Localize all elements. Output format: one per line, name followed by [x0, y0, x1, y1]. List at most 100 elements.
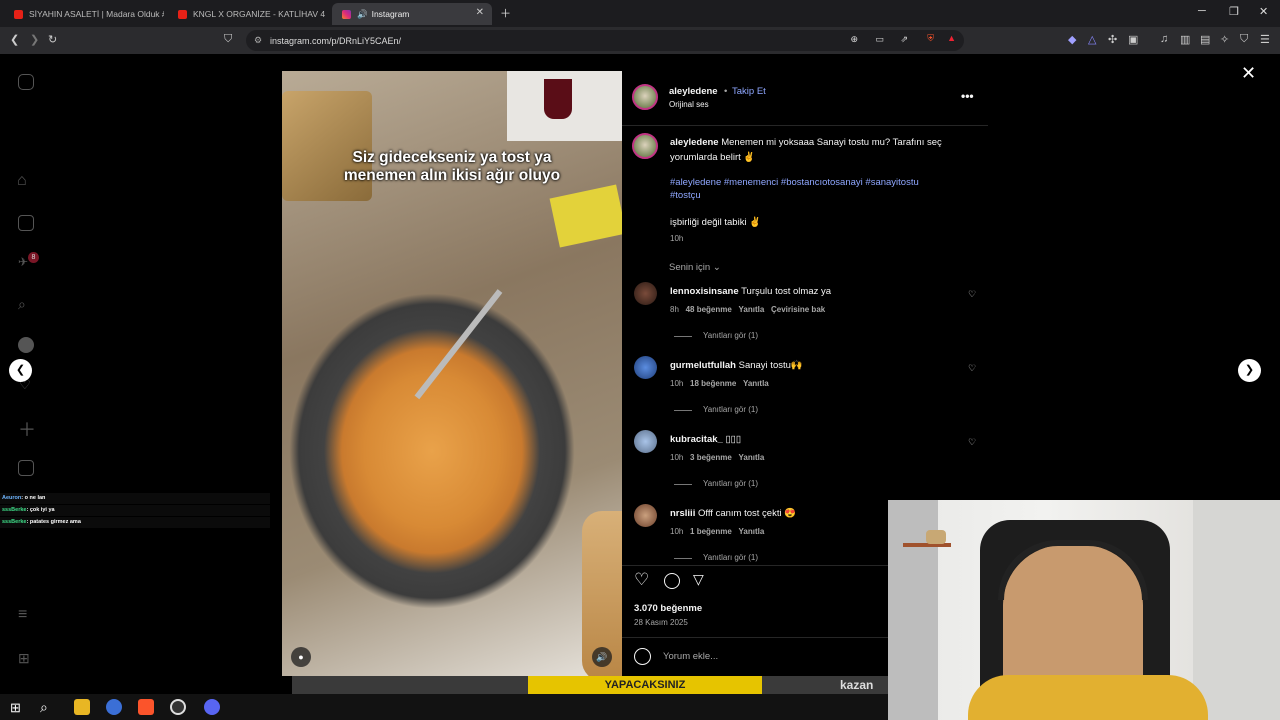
restore-icon[interactable]: ❐: [1229, 5, 1239, 18]
commenter-avatar[interactable]: [634, 356, 657, 379]
more-options-icon[interactable]: •••: [961, 89, 974, 103]
close-post-icon[interactable]: ✕: [1241, 63, 1256, 84]
reels-icon[interactable]: [18, 215, 34, 231]
author-avatar[interactable]: [632, 84, 658, 110]
url-text: instagram.com/p/DRnLiY5CAEn/: [270, 35, 402, 46]
youtube-icon: [178, 9, 187, 19]
like-comment-icon[interactable]: ♡: [968, 363, 976, 374]
search-icon[interactable]: ⌕: [40, 699, 48, 716]
discord-icon[interactable]: [204, 699, 220, 715]
close-tab-icon[interactable]: ✕: [476, 7, 484, 18]
bookmark-icon[interactable]: ⛉: [224, 33, 232, 46]
tab-label: Instagram: [371, 9, 410, 19]
leo-ai-icon[interactable]: ✧: [1220, 33, 1229, 46]
direct-icon[interactable]: ✈: [18, 255, 28, 269]
close-window-icon[interactable]: ✕: [1259, 5, 1268, 18]
create-icon[interactable]: ＋: [18, 416, 36, 442]
menu-icon[interactable]: ☰: [1260, 33, 1270, 46]
emoji-icon[interactable]: [634, 648, 651, 665]
shield-icon[interactable]: ⛉: [1240, 33, 1248, 46]
post-video[interactable]: Siz gidecekseniz ya tost ya menemen alın…: [282, 71, 622, 676]
user-tag-icon[interactable]: ●: [291, 647, 311, 667]
screenshot-icon[interactable]: ▣: [1128, 33, 1138, 46]
extension-icon[interactable]: ◆: [1068, 33, 1076, 46]
commenter-avatar[interactable]: [634, 504, 657, 527]
reply-line: [674, 336, 692, 337]
like-comment-icon[interactable]: ♡: [968, 437, 976, 448]
new-tab-icon[interactable]: ＋: [500, 5, 511, 21]
obs-icon[interactable]: [170, 699, 186, 715]
search-icon[interactable]: ⌕: [18, 296, 26, 313]
view-replies-button[interactable]: Yanıtları gör (1): [703, 553, 758, 562]
reload-icon[interactable]: ↻: [48, 33, 57, 46]
back-icon[interactable]: ❮: [10, 33, 19, 46]
next-post-button[interactable]: ❯: [1238, 359, 1261, 382]
wallet-icon[interactable]: ▤: [1200, 33, 1210, 46]
file-explorer-icon[interactable]: [74, 699, 90, 715]
tab-youtube-1[interactable]: SİYAHIN ASALETİ | Madara Olduk #6: [4, 3, 164, 25]
previous-post-button[interactable]: ❮: [9, 359, 32, 382]
comment-meta: 10h 18 beğenme Yanıtla: [670, 379, 769, 388]
collab-note: işbirliği değil tabiki ✌: [670, 217, 762, 228]
tab-instagram[interactable]: 🔊 Instagram ✕: [332, 3, 492, 25]
instagram-logo-icon[interactable]: [18, 74, 34, 90]
windows-start-icon[interactable]: ⊞: [10, 700, 21, 716]
likes-count[interactable]: 3.070 beğenme: [634, 603, 702, 614]
chat-line: sssBerke: patates girmez ama: [0, 517, 270, 528]
address-bar[interactable]: ⚙ instagram.com/p/DRnLiY5CAEn/ ⊕ ▭ ⇗ ⛨ ▲: [246, 30, 964, 51]
like-icon[interactable]: ♡: [634, 570, 649, 590]
media-icon[interactable]: ♫: [1160, 33, 1168, 45]
minimize-icon[interactable]: ─: [1198, 5, 1206, 17]
puzzle-icon[interactable]: ✣: [1108, 33, 1117, 46]
cast-icon[interactable]: ▭: [875, 34, 884, 45]
tab-label: SİYAHIN ASALETİ | Madara Olduk #6: [29, 9, 164, 19]
apps-icon[interactable]: ⊞: [18, 650, 30, 667]
background-brand: kazan: [840, 678, 874, 692]
view-replies-button[interactable]: Yanıtları gör (1): [703, 331, 758, 340]
dashboard-icon[interactable]: [18, 460, 34, 476]
view-replies-button[interactable]: Yanıtları gör (1): [703, 405, 758, 414]
brave-shield-icon[interactable]: ⛨: [927, 33, 934, 44]
share-icon[interactable]: ⇗: [900, 34, 908, 45]
comment-meta: 8h 48 beğenme Yanıtla Çevirisine bak: [670, 305, 826, 314]
hashtag-tostcu[interactable]: #tostçu: [670, 190, 701, 201]
tea-glass: [544, 79, 572, 119]
more-menu-icon[interactable]: ≡: [18, 606, 27, 624]
home-icon[interactable]: ⌂: [17, 172, 27, 190]
site-info-icon[interactable]: ⚙: [254, 35, 262, 46]
hashtags[interactable]: #aleyledene #menemenci #bostancıotosanay…: [670, 177, 919, 188]
author-username[interactable]: aleyledene: [669, 86, 718, 97]
comment-text: gurmelutfullah Sanayi tostu🙌: [670, 360, 803, 371]
audio-label[interactable]: Orijinal ses: [669, 100, 709, 109]
view-replies-button[interactable]: Yanıtları gör (1): [703, 479, 758, 488]
commenter-avatar[interactable]: [634, 282, 657, 305]
shelf-figure: [926, 530, 946, 544]
vpn-icon[interactable]: △: [1088, 33, 1096, 46]
brave-browser-icon[interactable]: [138, 699, 154, 715]
instagram-icon: [342, 9, 351, 19]
follow-button[interactable]: Takip Et: [732, 86, 766, 97]
comment-icon[interactable]: [664, 573, 680, 589]
commenter-avatar[interactable]: [634, 430, 657, 453]
forward-icon[interactable]: ❯: [30, 33, 39, 46]
rewards-icon[interactable]: ▲: [947, 33, 956, 43]
caption-avatar[interactable]: [632, 133, 658, 159]
header-divider: [622, 125, 988, 126]
comment-meta: 10h 1 beğenme Yanıtla: [670, 527, 765, 536]
share-icon[interactable]: ▽: [693, 571, 704, 588]
tab-bar: SİYAHIN ASALETİ | Madara Olduk #6 KNGL X…: [0, 0, 1280, 27]
app-icon[interactable]: [106, 699, 122, 715]
sound-icon[interactable]: 🔊: [592, 647, 612, 667]
like-comment-icon[interactable]: ♡: [968, 289, 976, 300]
reply-line: [674, 484, 692, 485]
comment-sort-dropdown[interactable]: Senin için ⌄: [669, 262, 721, 273]
explore-icon[interactable]: [18, 337, 34, 353]
chat-line: Aeuron: o ne lan: [0, 493, 270, 504]
webcam-overlay: [888, 500, 1280, 720]
fork: [414, 289, 503, 400]
comment-input[interactable]: Yorum ekle...: [663, 651, 718, 662]
comment-text: lennoxisinsane Turşulu tost olmaz ya: [670, 286, 832, 297]
sidebar-icon[interactable]: ▥: [1180, 33, 1190, 46]
tab-youtube-2[interactable]: KNGL X ORGANİZE - KATLİHAV 4 (OF: [168, 3, 328, 25]
zoom-icon[interactable]: ⊕: [850, 34, 858, 45]
